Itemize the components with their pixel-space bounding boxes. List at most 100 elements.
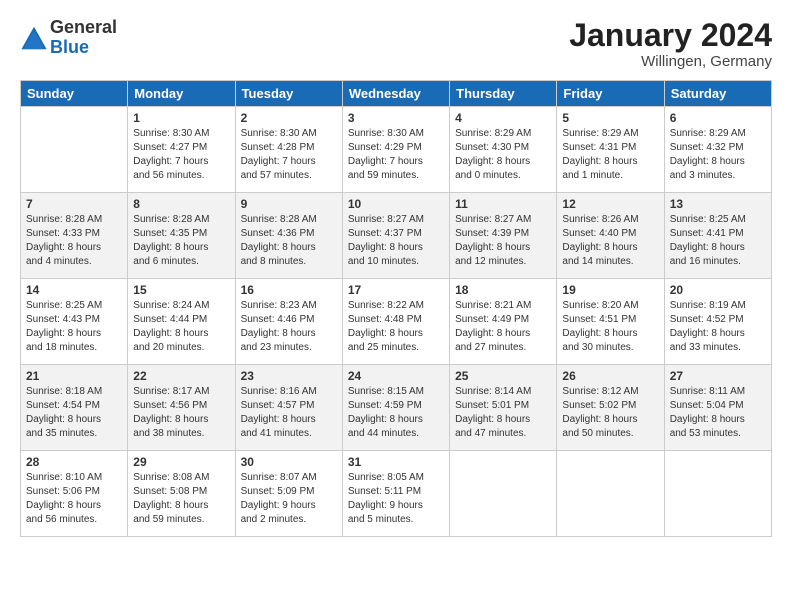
day-info: Sunrise: 8:14 AMSunset: 5:01 PMDaylight:…	[455, 385, 551, 441]
table-row: 13 Sunrise: 8:25 AMSunset: 4:41 PMDayligh…	[664, 193, 771, 279]
table-row: 9Sunrise: 8:28 AMSunset: 4:36 PMDaylight…	[235, 193, 342, 279]
day-info: Sunrise: 8:29 AMSunset: 4:32 PMDaylight:…	[670, 127, 766, 183]
table-row: 31Sunrise: 8:05 AMSunset: 5:11 PMDayligh…	[342, 451, 449, 537]
col-wednesday: Wednesday	[342, 81, 449, 107]
day-info: Sunrise: 8:30 AMSunset: 4:29 PMDaylight:…	[348, 127, 444, 183]
table-row: 7Sunrise: 8:28 AMSunset: 4:33 PMDaylight…	[21, 193, 128, 279]
table-row: 14 Sunrise: 8:25 AMSunset: 4:43 PMDayligh…	[21, 279, 128, 365]
day-number: 25	[455, 369, 551, 383]
day-number: 4	[455, 111, 551, 125]
day-number: 24	[348, 369, 444, 383]
day-number: 31	[348, 455, 444, 469]
day-number: 23	[241, 369, 337, 383]
calendar-title: January 2024	[569, 18, 772, 53]
day-info: Sunrise: 8:20 AMSunset: 4:51 PMDaylight:…	[562, 299, 658, 355]
day-info: Sunrise: 8:30 AMSunset: 4:28 PMDaylight:…	[241, 127, 337, 183]
logo: General Blue	[20, 18, 117, 58]
day-number: 13	[670, 197, 766, 211]
table-row	[21, 107, 128, 193]
day-number: 3	[348, 111, 444, 125]
calendar-header-row: Sunday Monday Tuesday Wednesday Thursday…	[21, 81, 772, 107]
table-row: 15 Sunrise: 8:24 AMSunset: 4:44 PMDayligh…	[128, 279, 235, 365]
table-row: 10Sunrise: 8:27 AMSunset: 4:37 PMDayligh…	[342, 193, 449, 279]
day-number: 22	[133, 369, 229, 383]
day-info: Sunrise: 8:22 AMSunset: 4:48 PMDaylight:…	[348, 299, 444, 355]
day-number: 15	[133, 283, 229, 297]
day-number: 17	[348, 283, 444, 297]
calendar-subtitle: Willingen, Germany	[569, 53, 772, 70]
day-number: 20	[670, 283, 766, 297]
col-saturday: Saturday	[664, 81, 771, 107]
day-info: Sunrise: 8:17 AMSunset: 4:56 PMDaylight:…	[133, 385, 229, 441]
day-number: 12	[562, 197, 658, 211]
calendar-week-row: 21 Sunrise: 8:18 AMSunset: 4:54 PMDayligh…	[21, 365, 772, 451]
day-info: Sunrise: 8:27 AMSunset: 4:39 PMDaylight:…	[455, 213, 551, 269]
table-row: 25 Sunrise: 8:14 AMSunset: 5:01 PMDayligh…	[450, 365, 557, 451]
day-info: Sunrise: 8:27 AMSunset: 4:37 PMDaylight:…	[348, 213, 444, 269]
day-info: Sunrise: 8:15 AMSunset: 4:59 PMDaylight:…	[348, 385, 444, 441]
col-tuesday: Tuesday	[235, 81, 342, 107]
table-row: 24 Sunrise: 8:15 AMSunset: 4:59 PMDayligh…	[342, 365, 449, 451]
day-info: Sunrise: 8:24 AMSunset: 4:44 PMDaylight:…	[133, 299, 229, 355]
logo-icon	[20, 24, 48, 52]
table-row: 22 Sunrise: 8:17 AMSunset: 4:56 PMDayligh…	[128, 365, 235, 451]
logo-text: General Blue	[50, 18, 117, 58]
col-sunday: Sunday	[21, 81, 128, 107]
day-info: Sunrise: 8:16 AMSunset: 4:57 PMDaylight:…	[241, 385, 337, 441]
calendar-week-row: 1Sunrise: 8:30 AMSunset: 4:27 PMDaylight…	[21, 107, 772, 193]
table-row: 30Sunrise: 8:07 AMSunset: 5:09 PMDayligh…	[235, 451, 342, 537]
table-row: 4 Sunrise: 8:29 AMSunset: 4:30 PMDaylight…	[450, 107, 557, 193]
table-row: 12 Sunrise: 8:26 AMSunset: 4:40 PMDayligh…	[557, 193, 664, 279]
day-number: 21	[26, 369, 122, 383]
calendar-table: Sunday Monday Tuesday Wednesday Thursday…	[20, 80, 772, 537]
table-row	[450, 451, 557, 537]
table-row: 2 Sunrise: 8:30 AMSunset: 4:28 PMDaylight…	[235, 107, 342, 193]
table-row: 19 Sunrise: 8:20 AMSunset: 4:51 PMDayligh…	[557, 279, 664, 365]
calendar-week-row: 28 Sunrise: 8:10 AMSunset: 5:06 PMDayligh…	[21, 451, 772, 537]
header: General Blue January 2024 Willingen, Ger…	[20, 18, 772, 70]
day-number: 5	[562, 111, 658, 125]
table-row	[557, 451, 664, 537]
day-number: 2	[241, 111, 337, 125]
logo-blue-text: Blue	[50, 37, 89, 57]
day-info: Sunrise: 8:07 AMSunset: 5:09 PMDaylight:…	[241, 471, 337, 527]
table-row: 29Sunrise: 8:08 AMSunset: 5:08 PMDayligh…	[128, 451, 235, 537]
day-number: 26	[562, 369, 658, 383]
day-info: Sunrise: 8:29 AMSunset: 4:30 PMDaylight:…	[455, 127, 551, 183]
day-info: Sunrise: 8:25 AMSunset: 4:41 PMDaylight:…	[670, 213, 766, 269]
day-info: Sunrise: 8:18 AMSunset: 4:54 PMDaylight:…	[26, 385, 122, 441]
day-number: 14	[26, 283, 122, 297]
title-block: January 2024 Willingen, Germany	[569, 18, 772, 70]
day-info: Sunrise: 8:26 AMSunset: 4:40 PMDaylight:…	[562, 213, 658, 269]
col-thursday: Thursday	[450, 81, 557, 107]
table-row: 23 Sunrise: 8:16 AMSunset: 4:57 PMDayligh…	[235, 365, 342, 451]
table-row: 8 Sunrise: 8:28 AMSunset: 4:35 PMDaylight…	[128, 193, 235, 279]
col-friday: Friday	[557, 81, 664, 107]
day-info: Sunrise: 8:29 AMSunset: 4:31 PMDaylight:…	[562, 127, 658, 183]
table-row: 18 Sunrise: 8:21 AMSunset: 4:49 PMDayligh…	[450, 279, 557, 365]
table-row: 28 Sunrise: 8:10 AMSunset: 5:06 PMDayligh…	[21, 451, 128, 537]
day-number: 11	[455, 197, 551, 211]
day-number: 19	[562, 283, 658, 297]
table-row: 6 Sunrise: 8:29 AMSunset: 4:32 PMDaylight…	[664, 107, 771, 193]
col-monday: Monday	[128, 81, 235, 107]
table-row	[664, 451, 771, 537]
day-info: Sunrise: 8:28 AMSunset: 4:35 PMDaylight:…	[133, 213, 229, 269]
day-number: 16	[241, 283, 337, 297]
calendar-week-row: 7Sunrise: 8:28 AMSunset: 4:33 PMDaylight…	[21, 193, 772, 279]
day-number: 8	[133, 197, 229, 211]
day-info: Sunrise: 8:21 AMSunset: 4:49 PMDaylight:…	[455, 299, 551, 355]
table-row: 11 Sunrise: 8:27 AMSunset: 4:39 PMDayligh…	[450, 193, 557, 279]
day-number: 28	[26, 455, 122, 469]
day-info: Sunrise: 8:08 AMSunset: 5:08 PMDaylight:…	[133, 471, 229, 527]
day-number: 18	[455, 283, 551, 297]
page: General Blue January 2024 Willingen, Ger…	[0, 0, 792, 612]
day-info: Sunrise: 8:28 AMSunset: 4:36 PMDaylight:…	[241, 213, 337, 269]
day-info: Sunrise: 8:25 AMSunset: 4:43 PMDaylight:…	[26, 299, 122, 355]
table-row: 5 Sunrise: 8:29 AMSunset: 4:31 PMDaylight…	[557, 107, 664, 193]
day-info: Sunrise: 8:23 AMSunset: 4:46 PMDaylight:…	[241, 299, 337, 355]
day-info: Sunrise: 8:11 AMSunset: 5:04 PMDaylight:…	[670, 385, 766, 441]
day-info: Sunrise: 8:10 AMSunset: 5:06 PMDaylight:…	[26, 471, 122, 527]
day-info: Sunrise: 8:12 AMSunset: 5:02 PMDaylight:…	[562, 385, 658, 441]
day-number: 6	[670, 111, 766, 125]
